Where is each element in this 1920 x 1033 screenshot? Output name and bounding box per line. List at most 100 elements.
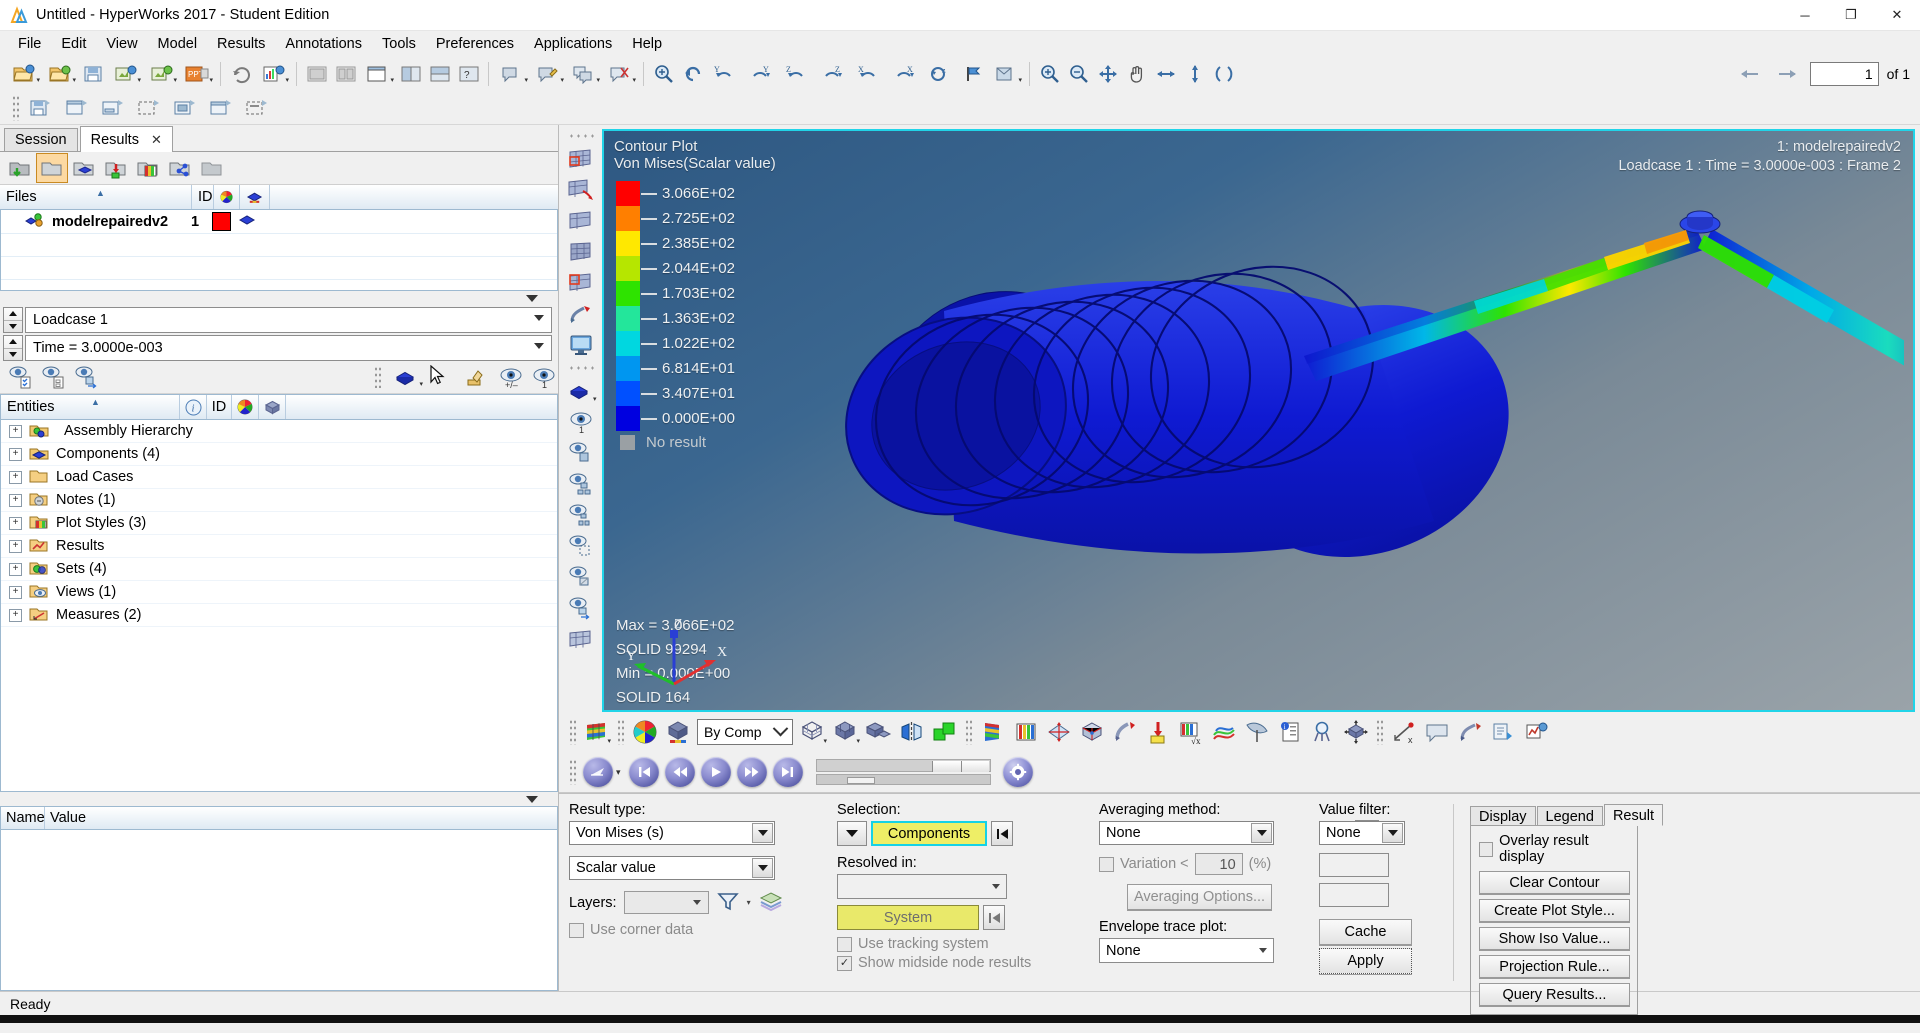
expand-icon[interactable]: +	[9, 447, 22, 461]
chevron-down-icon[interactable]	[752, 858, 773, 878]
id-column-header[interactable]: ID	[192, 185, 214, 209]
tab-display[interactable]: Display	[1470, 806, 1536, 826]
file-color-swatch[interactable]	[212, 212, 231, 231]
time-combo[interactable]: Time = 3.0000e-003	[25, 335, 552, 361]
last-frame-button[interactable]	[772, 757, 803, 787]
menu-annotations[interactable]: Annotations	[275, 33, 372, 55]
show-midside-node-results-checkbox[interactable]: ✓	[837, 955, 852, 971]
result-type-combo[interactable]: Von Mises (s)	[569, 821, 775, 845]
component-shading-icon[interactable]: ▾	[564, 376, 598, 406]
time-stepper[interactable]	[3, 335, 23, 361]
tree-item-views[interactable]: + Views (1)	[1, 581, 557, 604]
save-session-icon[interactable]	[79, 60, 106, 87]
component-display-icon[interactable]: ▾	[390, 364, 424, 391]
legend-display-icon[interactable]	[977, 717, 1008, 748]
chevron-down-icon[interactable]: ▾	[747, 898, 751, 907]
load-results-icon[interactable]	[101, 154, 131, 182]
chevron-down-icon[interactable]	[1253, 940, 1272, 961]
expand-icon[interactable]: +	[9, 424, 22, 438]
envelope-trace-plot-combo[interactable]: None	[1099, 938, 1274, 963]
tab-legend[interactable]: Legend	[1536, 806, 1603, 826]
eye-toggle-icon[interactable]: +/–	[497, 364, 524, 391]
menu-results[interactable]: Results	[207, 33, 275, 55]
page-duplicate-icon[interactable]	[204, 94, 238, 121]
selection-dropdown-button[interactable]	[837, 821, 867, 846]
open-model-icon[interactable]: ▾	[7, 60, 41, 87]
note-icon[interactable]: ▾	[495, 60, 529, 87]
cache-button[interactable]: Cache	[1319, 919, 1412, 945]
deformed-plot-icon[interactable]	[564, 175, 598, 205]
wireframe-view-icon[interactable]: ▾	[797, 717, 828, 748]
view-flag-icon[interactable]	[960, 60, 987, 87]
note-edit-icon[interactable]: ▾	[531, 60, 565, 87]
fit-view-icon[interactable]	[1094, 60, 1121, 87]
value-column-header[interactable]: Value	[45, 807, 557, 829]
animation-slider[interactable]	[815, 759, 991, 785]
rotate-x-left-icon[interactable]: X	[852, 60, 886, 87]
chevron-down-icon[interactable]: ▾	[616, 767, 621, 778]
contour-plot-icon[interactable]	[564, 144, 598, 174]
tab-results[interactable]: Results ✕	[79, 126, 173, 152]
rotate-x-right-icon[interactable]: X	[888, 60, 922, 87]
loadcase-stepper[interactable]	[3, 307, 23, 333]
play-button[interactable]	[700, 757, 731, 787]
menu-model[interactable]: Model	[148, 33, 208, 55]
share-results-icon[interactable]	[165, 154, 195, 182]
open-results-icon[interactable]: ▾	[43, 60, 77, 87]
filter-max-input[interactable]	[1319, 883, 1389, 907]
section-cut-icon[interactable]	[1241, 717, 1272, 748]
name-column-header[interactable]: Name	[1, 807, 45, 829]
components-folder-icon[interactable]	[69, 154, 99, 182]
query-results-button[interactable]: Query Results...	[1479, 983, 1630, 1006]
overlay-result-display-row[interactable]: Overlay result display	[1479, 833, 1629, 865]
chevron-down-icon[interactable]	[986, 876, 1005, 897]
zoom-window-icon[interactable]	[650, 60, 677, 87]
tab-result[interactable]: Result	[1603, 804, 1664, 826]
menu-help[interactable]: Help	[622, 33, 672, 55]
split-vertical-icon[interactable]	[426, 60, 453, 87]
loadcase-step-down[interactable]	[4, 321, 22, 333]
apply-button[interactable]: Apply	[1319, 948, 1412, 974]
tracking-system-icon[interactable]	[1076, 717, 1107, 748]
value-filter-combo[interactable]: None	[1319, 821, 1405, 845]
legend-bars-icon[interactable]	[1010, 717, 1041, 748]
visibility-eye-assembly-icon[interactable]	[564, 469, 598, 499]
mirror-view-icon[interactable]	[896, 717, 927, 748]
file-row-modelrepairedv2[interactable]: modelrepairedv2 1	[1, 210, 557, 233]
visibility-toolbar-grip[interactable]	[374, 366, 381, 388]
zoom-in-icon[interactable]	[1036, 60, 1063, 87]
projection-rule-button[interactable]: Projection Rule...	[1479, 955, 1630, 978]
page-delete-icon[interactable]	[240, 94, 274, 121]
export-view-icon[interactable]	[464, 364, 491, 391]
exploded-view-icon[interactable]	[863, 717, 894, 748]
reset-view-icon[interactable]	[1210, 60, 1237, 87]
streamline-trace-icon[interactable]	[1454, 717, 1485, 748]
use-tracking-system-checkbox[interactable]	[837, 936, 852, 952]
tree-item-measures[interactable]: + Measures (2)	[1, 604, 557, 627]
curve-trace-icon[interactable]	[1208, 717, 1239, 748]
component-color-icon[interactable]	[662, 717, 693, 748]
reverse-visibility-icon[interactable]	[73, 364, 100, 391]
menu-view[interactable]: View	[96, 33, 147, 55]
entity-id-column-header[interactable]: ID	[207, 395, 232, 419]
folder-icon[interactable]	[36, 153, 68, 183]
visibility-eye-mask-icon[interactable]	[564, 562, 598, 592]
annotation-bubble-icon[interactable]	[1421, 717, 1452, 748]
visibility-eye-group-icon[interactable]	[564, 531, 598, 561]
loadcase-combo[interactable]: Loadcase 1	[25, 307, 552, 333]
tree-item-load-cases[interactable]: + Load Cases	[1, 466, 557, 489]
animation-mode-button[interactable]	[583, 757, 613, 787]
variation-checkbox[interactable]	[1099, 856, 1114, 872]
page-number-input[interactable]: 1	[1809, 61, 1879, 86]
tree-item-assembly-hierarchy[interactable]: + Assembly Hierarchy	[1, 420, 557, 443]
tensor-plot-icon[interactable]	[564, 237, 598, 267]
chevron-down-icon[interactable]	[688, 893, 707, 912]
close-button[interactable]: ✕	[1874, 0, 1920, 30]
page-layout-2-icon[interactable]	[332, 60, 359, 87]
pan-vertical-icon[interactable]	[1181, 60, 1208, 87]
selection-components-button[interactable]: Components	[871, 821, 987, 846]
show-iso-value-button[interactable]: Show Iso Value...	[1479, 927, 1630, 950]
color-by-select[interactable]: By Comp	[697, 719, 793, 745]
use-corner-data-row[interactable]: Use corner data	[569, 922, 787, 938]
visibility-eye-1-icon[interactable]: 1	[564, 407, 598, 437]
